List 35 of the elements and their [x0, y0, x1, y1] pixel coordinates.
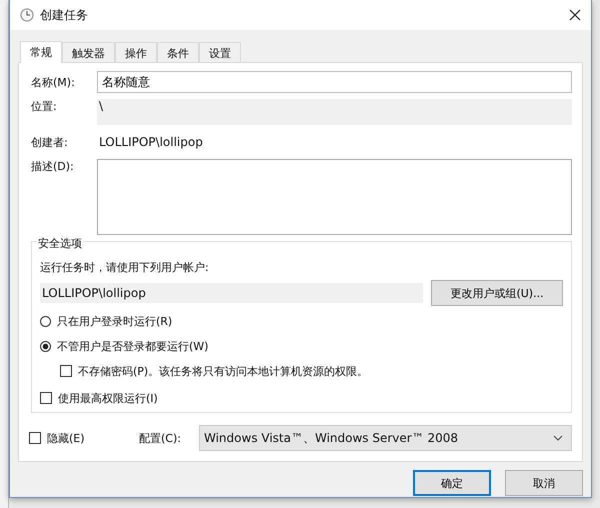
location-field: \	[97, 99, 572, 125]
account-prompt: 运行任务时，请使用下列用户帐户:	[40, 260, 210, 275]
description-field[interactable]	[97, 159, 572, 235]
clock-icon	[20, 8, 34, 22]
field-label: 描述(D):	[31, 159, 75, 174]
field-label: 位置:	[31, 99, 58, 114]
field-label: 配置(C):	[139, 430, 182, 446]
group-title: 安全选项	[36, 236, 84, 251]
radio-button[interactable]	[40, 340, 51, 352]
close-icon[interactable]	[569, 9, 581, 21]
change-user-button[interactable]: 更改用户或组(U)...	[431, 280, 563, 306]
checkbox[interactable]	[40, 392, 52, 404]
field-label: 名称(M):	[31, 74, 76, 90]
author-value: LOLLIPOP\lollipop	[98, 134, 204, 151]
tab[interactable]: 触发器	[62, 42, 115, 62]
chevron-down-icon	[553, 435, 563, 441]
dialog-button[interactable]: 确定	[413, 470, 491, 496]
checkbox[interactable]	[60, 365, 72, 377]
option-label: 使用最高权限运行(I)	[58, 390, 158, 406]
window-title: 创建任务	[40, 6, 89, 24]
name-field[interactable]: 名称随意	[97, 71, 572, 93]
configure-dropdown[interactable]: Windows Vista™、Windows Server™ 2008	[199, 425, 572, 451]
option-label: 隐藏(E)	[47, 430, 85, 446]
option-label: 只在用户登录时运行(R)	[57, 314, 172, 328]
checkbox[interactable]	[29, 432, 41, 444]
tab[interactable]: 操作	[115, 42, 157, 62]
option-label: 不管用户是否登录都要运行(W)	[57, 338, 208, 354]
dialog-button[interactable]: 取消	[505, 470, 583, 496]
option-label: 不存储密码(P)。该任务将只有访问本地计算机资源的权限。	[78, 364, 368, 378]
field-label: 创建者:	[31, 134, 69, 150]
account-field: LOLLIPOP\lollipop	[40, 283, 423, 303]
tab[interactable]: 条件	[157, 42, 199, 62]
tab[interactable]: 设置	[199, 42, 241, 62]
tab[interactable]: 常规	[20, 41, 62, 63]
radio-button[interactable]	[40, 316, 51, 326]
